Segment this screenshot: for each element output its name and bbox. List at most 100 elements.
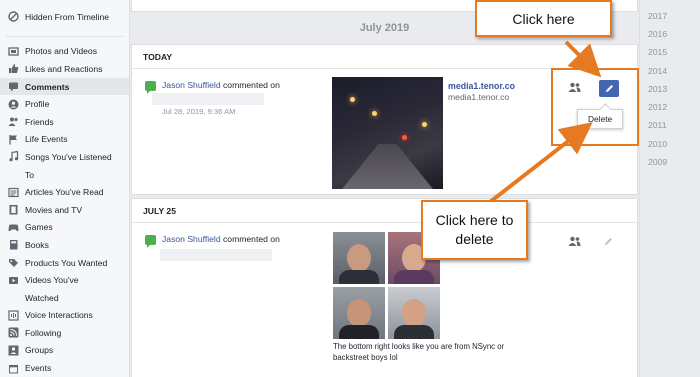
activity-log-sidebar: Hidden From Timeline Photos and Videos L… — [0, 0, 130, 377]
sidebar-item-profile[interactable]: Profile — [0, 95, 129, 113]
groups-icon — [8, 345, 19, 356]
sidebar-item-label: Articles You've Read — [25, 187, 104, 198]
sidebar-item-photos-and-videos[interactable]: Photos and Videos — [0, 43, 129, 61]
pencil-icon[interactable] — [604, 237, 613, 248]
callout-line: Click here to — [435, 212, 514, 228]
sidebar-item-label: Movies and TV — [25, 204, 83, 215]
like-icon — [8, 63, 19, 74]
sidebar-item-label-continuation: Watched — [25, 292, 59, 303]
sidebar-item-label: Following — [25, 327, 62, 338]
year-link[interactable]: 2011 — [648, 120, 666, 130]
gif-thumbnail[interactable] — [332, 77, 443, 189]
sidebar-item-label: Photos and Videos — [25, 46, 97, 57]
head-shape — [347, 244, 371, 272]
sidebar-item-voice-interactions[interactable]: Voice Interactions — [0, 307, 129, 325]
sidebar-item-label: Friends — [25, 116, 54, 127]
sidebar-item-label: Groups — [25, 345, 54, 356]
actor-name-link[interactable]: Jason Shuffield — [162, 234, 221, 244]
friends-audience-icon[interactable] — [568, 236, 581, 248]
light-shape — [350, 97, 355, 102]
actor-name-link[interactable]: Jason Shuffield — [162, 80, 221, 90]
sidebar-item-following[interactable]: Following — [0, 324, 129, 342]
caption-line: backstreet boys lol — [333, 352, 398, 362]
caption-line: The bottom right looks like you are from… — [333, 342, 505, 351]
photo-thumbnail[interactable] — [388, 287, 440, 339]
product-icon — [8, 257, 19, 268]
photo-thumbnail[interactable] — [333, 287, 385, 339]
light-shape — [422, 122, 427, 127]
activity-story: Jason Shuffield commented on — [162, 234, 280, 244]
body-shape — [339, 270, 379, 284]
sidebar-item-label: Songs You've Listened — [25, 151, 112, 162]
year-link[interactable]: 2014 — [648, 66, 667, 76]
sidebar-item-label: Hidden From Timeline — [25, 11, 110, 22]
video-icon — [8, 275, 19, 286]
annotation-callout-delete: Click here to delete — [421, 200, 528, 260]
friends-icon — [8, 116, 19, 127]
year-link[interactable]: 2012 — [648, 102, 667, 112]
highlight-box — [551, 68, 639, 146]
year-link[interactable]: 2009 — [648, 157, 667, 167]
hidden-icon — [8, 11, 19, 22]
sidebar-item-hidden-from-timeline[interactable]: Hidden From Timeline — [0, 8, 129, 26]
game-icon — [8, 222, 19, 233]
comment-icon — [145, 235, 156, 248]
sidebar-item-label: Profile — [25, 99, 50, 110]
sidebar-item-friends[interactable]: Friends — [0, 113, 129, 131]
sidebar-divider — [6, 29, 123, 37]
sidebar-item-label: Products You Wanted — [25, 257, 108, 268]
year-link[interactable]: 2016 — [648, 29, 667, 39]
sidebar-item-songs[interactable]: Songs You've Listened — [0, 148, 129, 166]
sidebar-item-movies-and-tv[interactable]: Movies and TV — [0, 201, 129, 219]
flag-icon — [8, 134, 19, 145]
profile-icon — [8, 99, 19, 110]
action-text: commented on — [223, 234, 280, 244]
sidebar-item-articles[interactable]: Articles You've Read — [0, 183, 129, 201]
calendar-icon — [8, 363, 19, 374]
year-navigation: 2017 2016 2015 2014 2013 2012 2011 2010 … — [639, 0, 700, 377]
photo-thumbnail[interactable] — [333, 232, 385, 284]
sidebar-item-comments[interactable]: Comments — [0, 77, 129, 96]
sidebar-item-label: Events — [25, 363, 52, 374]
comment-icon — [145, 81, 156, 94]
timestamp[interactable]: Jul 28, 2019, 9:36 AM — [162, 107, 235, 116]
sidebar-item-books[interactable]: Books — [0, 236, 129, 254]
sidebar-item-label: Books — [25, 239, 49, 250]
action-text: commented on — [223, 80, 280, 90]
sidebar-item-label: Likes and Reactions — [25, 63, 103, 74]
year-link[interactable]: 2017 — [648, 11, 667, 21]
sidebar-item-videos-watched[interactable]: Videos You've — [0, 271, 129, 289]
year-link[interactable]: 2010 — [648, 139, 667, 149]
section-header: JULY 25 — [132, 199, 637, 223]
activity-section-july-25: JULY 25 Jason Shuffield commented on The… — [131, 198, 638, 377]
sidebar-item-life-events[interactable]: Life Events — [0, 131, 129, 149]
year-link[interactable]: 2013 — [648, 84, 667, 94]
link-title[interactable]: media1.tenor.co — [448, 81, 515, 91]
article-icon — [8, 187, 19, 198]
comment-caption: The bottom right looks like you are from… — [333, 342, 504, 363]
sidebar-item-likes-and-reactions[interactable]: Likes and Reactions — [0, 60, 129, 78]
light-shape — [372, 111, 377, 116]
sidebar-item-events[interactable]: Events — [0, 359, 129, 377]
sidebar-item-label: Life Events — [25, 134, 68, 145]
redacted-target — [160, 249, 272, 261]
sidebar-item-products[interactable]: Products You Wanted — [0, 254, 129, 272]
link-domain: media1.tenor.co — [448, 92, 510, 102]
year-link[interactable]: 2015 — [648, 47, 667, 57]
photos-icon — [8, 46, 19, 57]
book-icon — [8, 239, 19, 250]
activity-log-main: July 2019 TODAY Jason Shuffield commente… — [131, 0, 638, 377]
light-shape — [402, 135, 407, 140]
redacted-target — [152, 93, 264, 105]
sidebar-item-games[interactable]: Games — [0, 219, 129, 237]
sidebar-item-label: Comments — [25, 81, 70, 92]
voice-icon — [8, 310, 19, 321]
sidebar-item-label: Voice Interactions — [25, 310, 93, 321]
sidebar-item-label-continuation: To — [25, 169, 35, 180]
sidebar-item-groups[interactable]: Groups — [0, 342, 129, 360]
rss-icon — [8, 327, 19, 338]
head-shape — [347, 299, 371, 327]
sidebar-item-label: Games — [25, 222, 53, 233]
music-icon — [8, 151, 19, 162]
road-shape — [342, 144, 433, 189]
